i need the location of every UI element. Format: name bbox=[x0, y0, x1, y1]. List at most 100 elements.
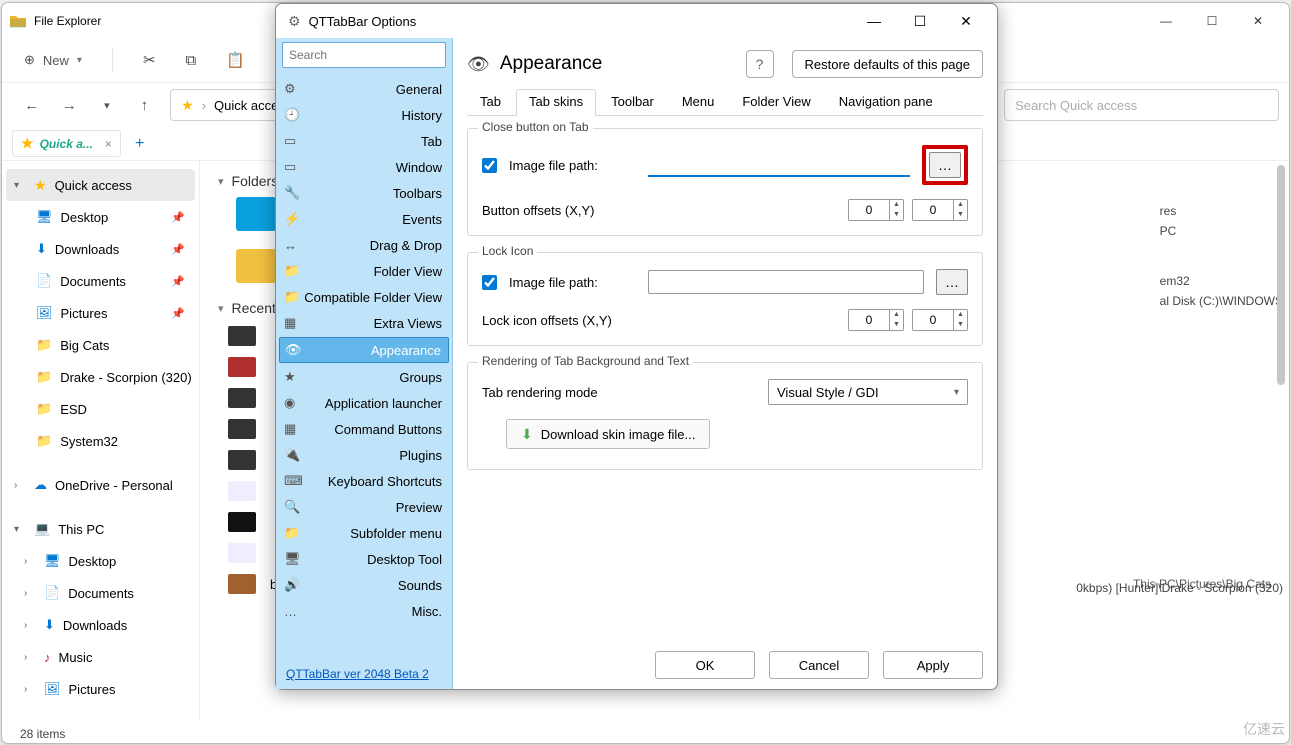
tree-item[interactable]: 📄Documents📌 bbox=[2, 265, 199, 297]
subtab-navigation-pane[interactable]: Navigation pane bbox=[826, 89, 946, 116]
tree-item[interactable]: 📁System32 bbox=[2, 425, 199, 457]
help-button[interactable]: ? bbox=[746, 50, 774, 78]
spin-down[interactable]: ▼ bbox=[890, 320, 903, 330]
offset-y-input[interactable] bbox=[912, 199, 954, 221]
close-button[interactable]: ✕ bbox=[1235, 6, 1281, 36]
subtab-tab[interactable]: Tab bbox=[467, 89, 514, 116]
cut-icon[interactable]: ✂ bbox=[143, 51, 156, 69]
tree-item[interactable]: 📁Big Cats bbox=[2, 329, 199, 361]
category-item-keyboard-shortcuts[interactable]: ⌨Keyboard Shortcuts bbox=[276, 468, 452, 494]
search-input[interactable]: Search Quick access bbox=[1004, 89, 1279, 121]
apply-button[interactable]: Apply bbox=[883, 651, 983, 679]
maximize-button[interactable]: ☐ bbox=[907, 8, 933, 34]
rendering-mode-select[interactable]: Visual Style / GDI ▾ bbox=[768, 379, 968, 405]
category-item-general[interactable]: ⚙General bbox=[276, 76, 452, 102]
category-item-groups[interactable]: ★Groups bbox=[276, 364, 452, 390]
chevron-right-icon[interactable]: › bbox=[24, 652, 36, 663]
tree-onedrive[interactable]: ›☁OneDrive - Personal bbox=[2, 469, 199, 501]
chevron-right-icon[interactable]: › bbox=[14, 480, 26, 491]
tree-item[interactable]: ›⬇Downloads bbox=[2, 609, 199, 641]
offset-y-input[interactable] bbox=[912, 309, 954, 331]
paste-icon[interactable]: 📋 bbox=[226, 51, 245, 69]
category-item-preview[interactable]: 🔍Preview bbox=[276, 494, 452, 520]
spin-down[interactable]: ▼ bbox=[890, 210, 903, 220]
scrollbar[interactable] bbox=[1277, 165, 1285, 385]
offset-x-spinner[interactable]: ▲▼ bbox=[848, 199, 904, 221]
spin-up[interactable]: ▲ bbox=[890, 310, 903, 320]
chevron-right-icon[interactable]: › bbox=[24, 684, 36, 695]
category-item-application-launcher[interactable]: ◉Application launcher bbox=[276, 390, 452, 416]
minimize-button[interactable]: — bbox=[1143, 6, 1189, 36]
up-button[interactable]: ↑ bbox=[133, 97, 157, 114]
category-search-input[interactable] bbox=[282, 42, 446, 68]
offset-y-spinner[interactable]: ▲▼ bbox=[912, 309, 968, 331]
download-skin-button[interactable]: ⬇ Download skin image file... bbox=[506, 419, 710, 449]
category-item-extra-views[interactable]: ▦Extra Views bbox=[276, 310, 452, 336]
category-item-sounds[interactable]: 🔊Sounds bbox=[276, 572, 452, 598]
chevron-right-icon[interactable]: › bbox=[24, 556, 36, 567]
spin-up[interactable]: ▲ bbox=[954, 310, 967, 320]
chevron-down-icon[interactable]: ▾ bbox=[14, 524, 26, 535]
offset-x-input[interactable] bbox=[848, 309, 890, 331]
category-item-events[interactable]: ⚡Events bbox=[276, 206, 452, 232]
tab-quick-access[interactable]: ★ Quick a... × bbox=[12, 130, 121, 157]
subtab-tab-skins[interactable]: Tab skins bbox=[516, 89, 596, 116]
tree-item[interactable]: ›🖥Desktop bbox=[2, 545, 199, 577]
add-tab-button[interactable]: + bbox=[135, 135, 144, 153]
spin-up[interactable]: ▲ bbox=[954, 200, 967, 210]
chevron-down-icon[interactable]: ▾ bbox=[95, 99, 119, 112]
category-item-tab[interactable]: ▭Tab bbox=[276, 128, 452, 154]
browse-button[interactable]: … bbox=[936, 269, 968, 295]
tree-item[interactable]: ›♪Music bbox=[2, 641, 199, 673]
spin-down[interactable]: ▼ bbox=[954, 320, 967, 330]
tab-close-button[interactable]: × bbox=[105, 137, 112, 151]
browse-button[interactable]: … bbox=[929, 152, 961, 178]
offset-x-input[interactable] bbox=[848, 199, 890, 221]
maximize-button[interactable]: ☐ bbox=[1189, 6, 1235, 36]
copy-icon[interactable]: ⧉ bbox=[186, 52, 197, 69]
tree-item[interactable]: ›📄Documents bbox=[2, 577, 199, 609]
image-file-path-input[interactable] bbox=[648, 153, 910, 177]
category-item-misc-[interactable]: …Misc. bbox=[276, 598, 452, 624]
image-file-path-input[interactable] bbox=[648, 270, 924, 294]
category-item-appearance[interactable]: 👁Appearance bbox=[279, 337, 449, 363]
chevron-right-icon[interactable]: › bbox=[24, 588, 36, 599]
close-button[interactable]: ✕ bbox=[953, 8, 979, 34]
category-item-folder-view[interactable]: 📁Folder View bbox=[276, 258, 452, 284]
minimize-button[interactable]: — bbox=[861, 8, 887, 34]
offset-y-spinner[interactable]: ▲▼ bbox=[912, 199, 968, 221]
ok-button[interactable]: OK bbox=[655, 651, 755, 679]
version-link[interactable]: QTTabBar ver 2048 Beta 2 bbox=[286, 667, 429, 681]
cancel-button[interactable]: Cancel bbox=[769, 651, 869, 679]
category-item-desktop-tool[interactable]: 🖥Desktop Tool bbox=[276, 546, 452, 572]
category-item-subfolder-menu[interactable]: 📁Subfolder menu bbox=[276, 520, 452, 546]
category-item-history[interactable]: 🕘History bbox=[276, 102, 452, 128]
category-item-compatible-folder-view[interactable]: 📁Compatible Folder View bbox=[276, 284, 452, 310]
folder-large-icon[interactable] bbox=[236, 249, 276, 283]
restore-defaults-button[interactable]: Restore defaults of this page bbox=[792, 50, 984, 78]
image-file-path-checkbox[interactable] bbox=[482, 275, 497, 290]
tree-item[interactable]: 📁ESD bbox=[2, 393, 199, 425]
category-item-drag-drop[interactable]: ↔Drag & Drop bbox=[276, 232, 452, 258]
subtab-folder-view[interactable]: Folder View bbox=[729, 89, 823, 116]
tree-item[interactable]: 📁Drake - Scorpion (320) bbox=[2, 361, 199, 393]
tree-item[interactable]: ›🖼Pictures bbox=[2, 673, 199, 705]
tree-quick-access[interactable]: ▾ ★ Quick access bbox=[6, 169, 195, 201]
spin-down[interactable]: ▼ bbox=[954, 210, 967, 220]
subtab-menu[interactable]: Menu bbox=[669, 89, 728, 116]
image-file-path-checkbox[interactable] bbox=[482, 158, 497, 173]
subtab-toolbar[interactable]: Toolbar bbox=[598, 89, 667, 116]
category-item-command-buttons[interactable]: ▦Command Buttons bbox=[276, 416, 452, 442]
category-item-window[interactable]: ▭Window bbox=[276, 154, 452, 180]
offset-x-spinner[interactable]: ▲▼ bbox=[848, 309, 904, 331]
tree-item[interactable]: 🖥Desktop📌 bbox=[2, 201, 199, 233]
category-item-plugins[interactable]: 🔌Plugins bbox=[276, 442, 452, 468]
new-button[interactable]: ⊕ New ▾ bbox=[24, 52, 82, 68]
tree-item[interactable]: 🖼Pictures📌 bbox=[2, 297, 199, 329]
folder-large-icon[interactable] bbox=[236, 197, 276, 231]
spin-up[interactable]: ▲ bbox=[890, 200, 903, 210]
tree-item[interactable]: ⬇Downloads📌 bbox=[2, 233, 199, 265]
chevron-right-icon[interactable]: › bbox=[24, 620, 36, 631]
back-button[interactable]: ← bbox=[20, 97, 44, 114]
chevron-down-icon[interactable]: ▾ bbox=[14, 180, 26, 191]
